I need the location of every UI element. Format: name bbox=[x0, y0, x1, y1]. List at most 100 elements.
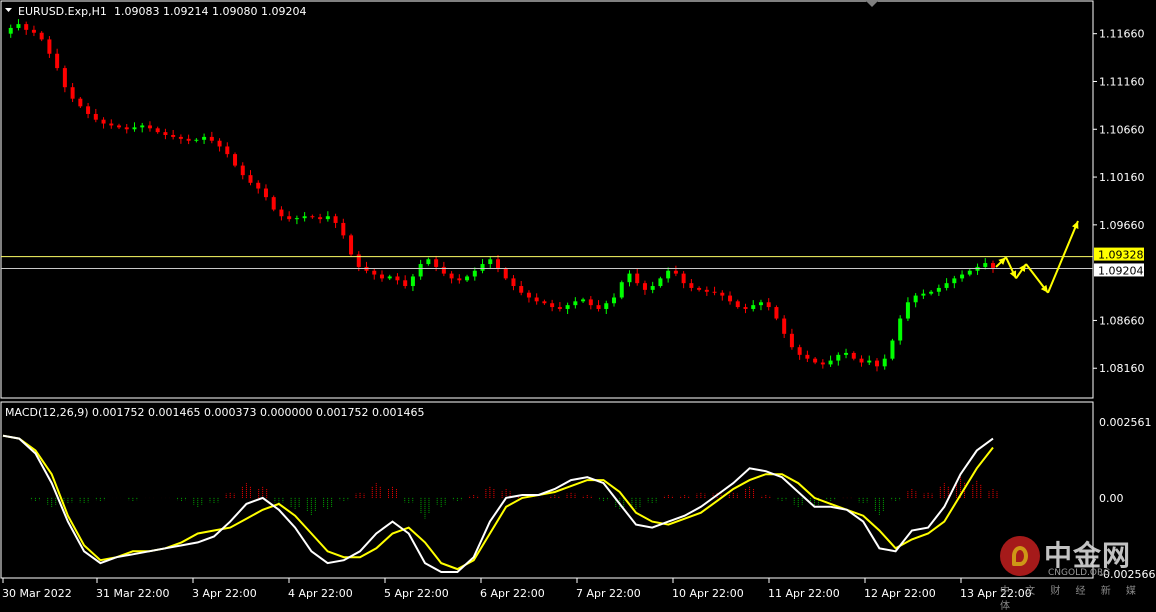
candlesticks bbox=[8, 19, 995, 372]
candle-body bbox=[952, 278, 957, 284]
candle-body bbox=[921, 293, 926, 296]
candle-body bbox=[735, 301, 740, 308]
candle-body bbox=[140, 125, 145, 128]
price-pane-border bbox=[0, 0, 1094, 399]
candle-body bbox=[441, 266, 446, 274]
watermark-sub: 中 文 财 经 新 媒 体 bbox=[1000, 586, 1142, 612]
price-tick-label: 1.11160 bbox=[1099, 75, 1145, 88]
candle-body bbox=[480, 264, 485, 271]
candle-body bbox=[936, 287, 941, 292]
candle-body bbox=[890, 340, 895, 359]
candle-body bbox=[310, 216, 315, 218]
candle-body bbox=[782, 318, 787, 334]
candle-body bbox=[186, 138, 191, 141]
candle-body bbox=[294, 218, 299, 220]
candle-body bbox=[117, 125, 122, 128]
candle-body bbox=[248, 175, 253, 183]
candle-body bbox=[171, 135, 176, 137]
candle-body bbox=[457, 278, 462, 281]
candle-body bbox=[318, 217, 323, 220]
time-tick-label: 4 Apr 22:00 bbox=[288, 587, 353, 600]
candle-body bbox=[403, 280, 408, 287]
candle-body bbox=[967, 270, 972, 275]
candle-body bbox=[449, 273, 454, 279]
candle-body bbox=[666, 270, 671, 279]
candle-body bbox=[673, 270, 678, 274]
candle-body bbox=[557, 307, 562, 309]
candle-body bbox=[526, 292, 531, 298]
candle-body bbox=[929, 291, 934, 294]
candle-body bbox=[550, 303, 555, 308]
chart-canvas: 1.11660 1.11160 1.10660 1.10160 1.09660 1.086… bbox=[0, 0, 1155, 600]
macd-tick-label: 0.002561 bbox=[1099, 416, 1152, 429]
candle-body bbox=[287, 216, 292, 220]
candle-body bbox=[681, 273, 686, 284]
candle-body bbox=[573, 301, 578, 306]
candle-body bbox=[774, 307, 779, 319]
candle-body bbox=[658, 278, 663, 287]
candle-body bbox=[844, 352, 849, 355]
candle-body bbox=[534, 297, 539, 302]
price-tick-label: 1.08160 bbox=[1099, 362, 1145, 375]
macd-tick-label: 0.00 bbox=[1099, 492, 1124, 505]
price-badge-label: 1.09328 bbox=[1098, 249, 1144, 262]
candle-body bbox=[194, 139, 199, 141]
price-tick-label: 1.08660 bbox=[1099, 314, 1145, 327]
candle-body bbox=[24, 24, 29, 30]
candle-body bbox=[596, 305, 601, 309]
macd-pane-border bbox=[0, 401, 1094, 579]
macd-label: MACD(12,26,9) 0.001752 0.001465 0.000373… bbox=[5, 406, 424, 419]
time-tick-label: 7 Apr 22:00 bbox=[576, 587, 641, 600]
candle-body bbox=[217, 140, 222, 147]
candle-body bbox=[565, 305, 570, 309]
candle-body bbox=[751, 305, 756, 309]
price-badge-label: 1.09204 bbox=[1098, 264, 1144, 277]
candle-body bbox=[31, 29, 36, 33]
candle-body bbox=[789, 333, 794, 348]
candle-body bbox=[704, 289, 709, 292]
candle-body bbox=[341, 222, 346, 236]
candle-body bbox=[8, 27, 13, 34]
symbol-dropdown-icon[interactable] bbox=[5, 8, 12, 12]
ohlc-readout: 1.09083 1.09214 1.09080 1.09204 bbox=[114, 5, 306, 18]
candle-body bbox=[271, 197, 276, 210]
candle-body bbox=[650, 286, 655, 290]
candle-body bbox=[132, 127, 137, 130]
candle-body bbox=[519, 286, 524, 293]
candle-body bbox=[805, 354, 810, 359]
candle-body bbox=[542, 301, 547, 304]
candle-body bbox=[743, 307, 748, 309]
candle-body bbox=[851, 352, 856, 359]
candle-body bbox=[93, 113, 98, 120]
price-tick-label: 1.11660 bbox=[1099, 28, 1145, 41]
scroll-marker-icon[interactable] bbox=[866, 1, 878, 7]
candle-body bbox=[434, 259, 439, 267]
candle-body bbox=[178, 136, 183, 139]
candle-body bbox=[147, 125, 152, 129]
candle-body bbox=[867, 360, 872, 363]
candle-body bbox=[233, 154, 238, 166]
price-tick-label: 1.10160 bbox=[1099, 171, 1145, 184]
candle-body bbox=[758, 302, 763, 306]
candle-body bbox=[124, 127, 129, 130]
candle-body bbox=[47, 39, 52, 54]
candle-body bbox=[302, 216, 307, 219]
candle-body bbox=[418, 264, 423, 277]
horizontal-lines bbox=[1, 256, 1093, 269]
candle-body bbox=[101, 119, 106, 124]
watermark-en: CNGOLD.ORG bbox=[1048, 568, 1111, 578]
candle-body bbox=[905, 302, 910, 319]
candle-body bbox=[635, 273, 640, 284]
candle-body bbox=[913, 295, 918, 303]
time-tick-label: 12 Apr 22:00 bbox=[864, 587, 936, 600]
candle-body bbox=[983, 263, 988, 267]
candle-body bbox=[395, 276, 400, 281]
time-tick-label: 11 Apr 22:00 bbox=[768, 587, 840, 600]
candle-body bbox=[426, 259, 431, 265]
candle-body bbox=[898, 318, 903, 341]
candle-body bbox=[642, 283, 647, 290]
time-tick-label: 10 Apr 22:00 bbox=[672, 587, 744, 600]
candle-body bbox=[604, 303, 609, 309]
price-tick-label: 1.09660 bbox=[1099, 219, 1145, 232]
candle-body bbox=[372, 270, 377, 275]
